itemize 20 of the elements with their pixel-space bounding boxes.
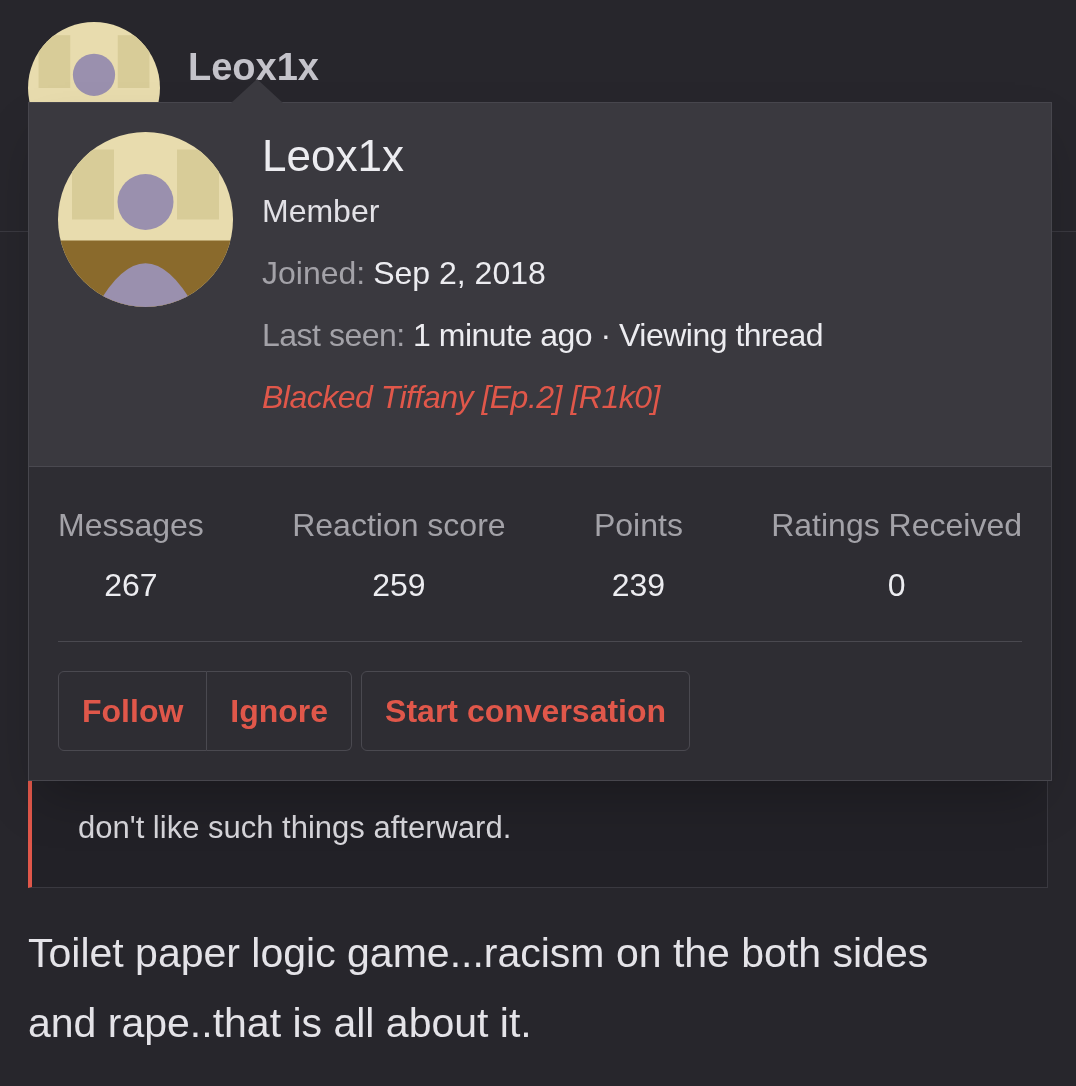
thread-link[interactable]: Blacked Tiffany [Ep.2] [R1k0] [262, 379, 660, 415]
quote-text: don't like such things afterward. [78, 808, 512, 847]
stat-value: 259 [372, 566, 426, 605]
stat-value: 239 [611, 566, 666, 605]
stat-label: Reaction score [292, 506, 506, 545]
joined-date: Sep 2, 2018 [373, 254, 546, 293]
post-text: Toilet paper logic game...racism on the both sides and rape..that is all about it. [28, 929, 930, 1048]
action-button[interactable]: Ignore [207, 671, 353, 751]
joined-label: Joined: [262, 254, 366, 293]
stat-value: 267 [104, 566, 158, 605]
action-button[interactable]: Start conversation [361, 671, 691, 751]
last-seen-text: Last seen: 1 minute ago · Viewing thread Blacked Tiffany [Ep.2] [R1k0] [262, 316, 825, 417]
username[interactable]: Leox1x [188, 48, 319, 86]
action-button[interactable]: Follow [58, 671, 208, 751]
stat-label: Ratings Received [771, 506, 1022, 545]
user-title: Member [262, 192, 381, 231]
stat-label: Messages [58, 506, 204, 545]
stat-label: Points [593, 506, 683, 545]
stat-value: 0 [887, 566, 906, 605]
popup-username[interactable]: Leox1x [262, 128, 1021, 184]
